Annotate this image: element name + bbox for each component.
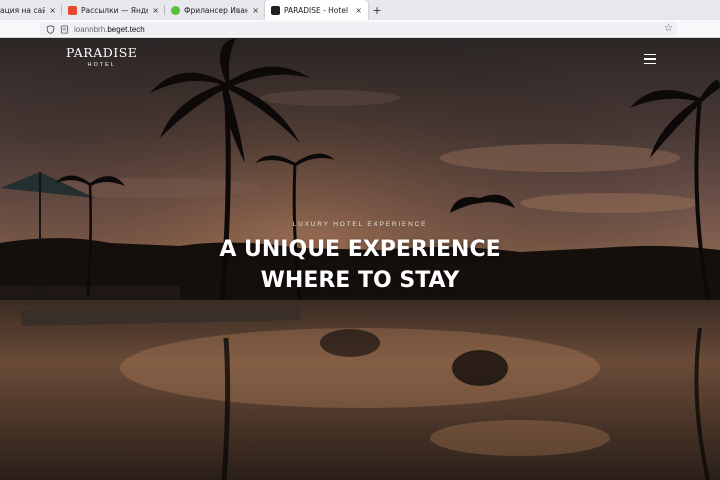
leaf-favicon-icon (171, 5, 180, 15)
bookmark-star-icon[interactable]: ☆ (664, 23, 673, 34)
tab-title: Фрилансер Иван Хабиб (184, 5, 249, 15)
browser-tab[interactable]: Рассылки — Яндекс Про × (62, 0, 165, 20)
browser-navigation-bar: ioannbrh.beget.tech ☆ (0, 20, 720, 38)
tab-title: Рассылки — Яндекс Про (81, 5, 148, 15)
mail-favicon-icon (68, 5, 77, 15)
browser-tab[interactable]: ация на сайте × (0, 0, 62, 20)
browser-tab-active[interactable]: PARADISE - Hotel and Be × (265, 0, 368, 20)
browser-tab[interactable]: Фрилансер Иван Хабиб × (165, 0, 265, 20)
url-text: ioannbrh.beget.tech (74, 24, 145, 34)
shield-icon[interactable] (46, 24, 55, 34)
site-logo[interactable]: PARADISE HOTEL (66, 45, 137, 68)
tab-close-icon[interactable]: × (49, 6, 56, 15)
hero-section: PARADISE HOTEL LUXURY HOTEL EXPERIENCE A… (0, 38, 720, 480)
hero-headline-line: WHERE TO STAY (260, 268, 460, 293)
address-bar[interactable]: ioannbrh.beget.tech ☆ (40, 22, 677, 36)
tab-title: ация на сайте (0, 5, 46, 15)
tab-title: PARADISE - Hotel and Be (284, 5, 351, 15)
site-favicon-icon (271, 5, 280, 15)
hero-headline-line: A UNIQUE EXPERIENCE (219, 237, 501, 262)
logo-subtext: HOTEL (87, 62, 116, 68)
new-tab-button[interactable]: + (368, 0, 386, 20)
hero-headline: A UNIQUE EXPERIENCE WHERE TO STAY (0, 234, 720, 296)
browser-tab-strip: ация на сайте × Рассылки — Яндекс Про × … (0, 0, 720, 20)
tab-close-icon[interactable]: × (355, 6, 362, 15)
hero-eyebrow: LUXURY HOTEL EXPERIENCE (292, 221, 428, 228)
logo-text: PARADISE (66, 45, 138, 60)
hamburger-menu-icon[interactable] (644, 54, 656, 64)
tab-close-icon[interactable]: × (152, 6, 159, 15)
tab-close-icon[interactable]: × (252, 6, 259, 15)
page-info-icon[interactable] (60, 24, 69, 34)
